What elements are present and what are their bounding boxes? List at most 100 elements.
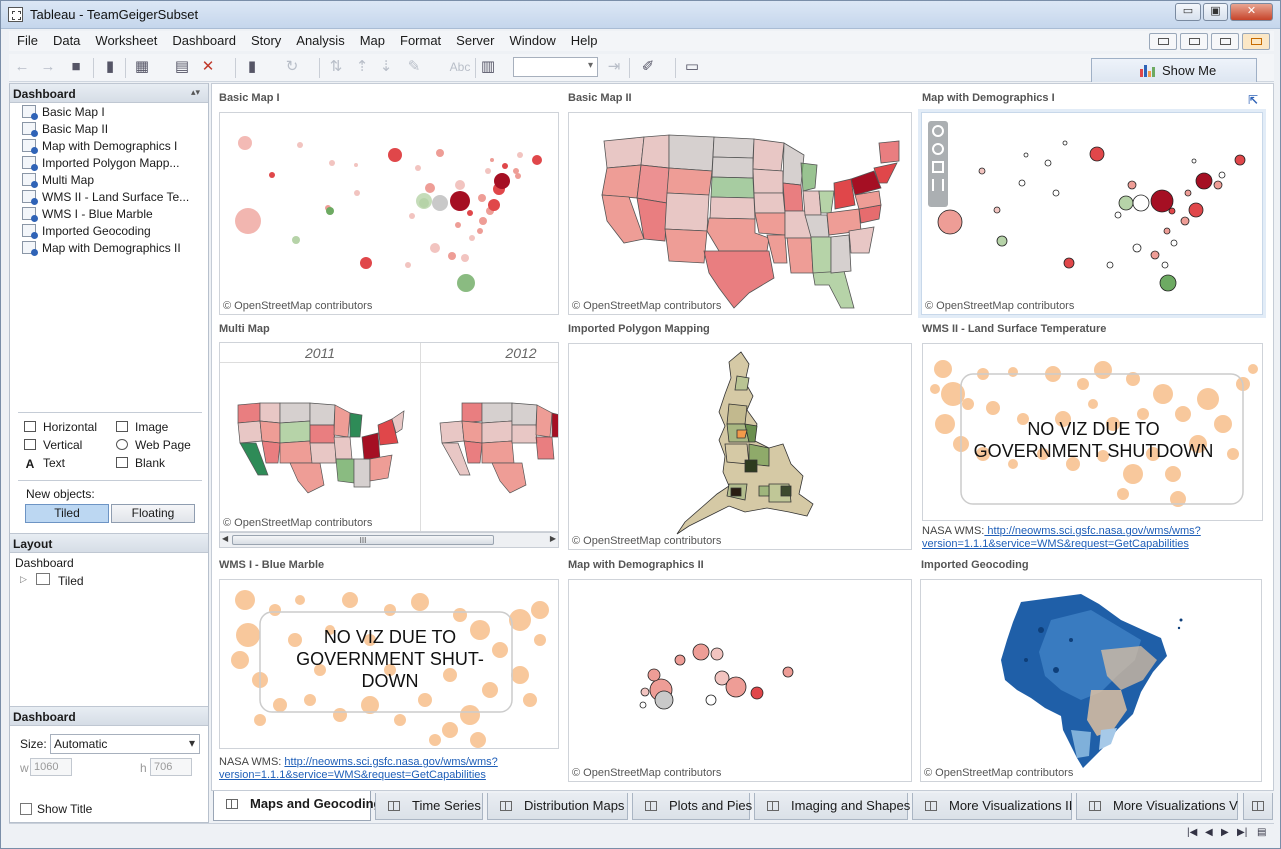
size-select[interactable]: Automatic — [50, 734, 200, 754]
height-label: h — [140, 761, 147, 775]
new-data-source-icon[interactable]: ▮ — [101, 58, 119, 76]
save-icon[interactable]: ■ — [67, 58, 85, 76]
menu-analysis[interactable]: Analysis — [288, 31, 351, 48]
sheet-item[interactable]: Basic Map I — [22, 105, 105, 122]
sheet-item[interactable]: Imported Geocoding — [22, 224, 151, 241]
menu-window[interactable]: Window — [501, 31, 562, 48]
height-input[interactable]: 706 — [150, 758, 192, 776]
undo-icon[interactable]: ← — [13, 58, 31, 76]
layout-tree-root[interactable]: Dashboard — [15, 556, 74, 570]
sheet-list-icon[interactable]: ▤ — [1257, 827, 1266, 838]
pin-map-icon[interactable] — [932, 179, 944, 191]
zoom-out-icon[interactable] — [932, 143, 944, 155]
menu-dashboard[interactable]: Dashboard — [164, 31, 243, 48]
map-zoom-controls[interactable] — [928, 121, 948, 207]
sheet-item[interactable]: Map with Demographics II — [22, 241, 181, 258]
sheet-item[interactable]: WMS I - Blue Marble — [22, 207, 153, 224]
scroll-left-icon[interactable]: ◀ — [222, 534, 228, 543]
duplicate-sheet-icon[interactable]: ▤ — [173, 58, 191, 76]
sheet-item[interactable]: Map with Demographics I — [22, 139, 177, 156]
expand-triangle-icon[interactable]: ▷ — [20, 574, 27, 585]
home-icon[interactable] — [1242, 33, 1270, 50]
basic-map-1-view[interactable]: © OpenStreetMap contributors — [219, 112, 559, 315]
scroll-thumb[interactable]: III — [232, 535, 494, 545]
pause-updates-icon[interactable]: ▮ — [243, 58, 261, 76]
sheet-sorter-icon[interactable] — [1180, 33, 1208, 50]
tab-more-visualizations-2[interactable]: More Visualizations II — [912, 793, 1072, 820]
scroll-right-icon[interactable]: ▶ — [550, 534, 556, 543]
fit-width-icon[interactable]: ▥ — [479, 58, 497, 76]
width-input[interactable]: 1060 — [30, 758, 72, 776]
layout-tree-child[interactable]: Tiled — [58, 574, 84, 588]
clear-sheet-icon[interactable]: ✕ — [199, 58, 217, 76]
zoom-in-icon[interactable] — [932, 125, 944, 137]
horizontal-scrollbar[interactable]: ◀ III ▶ — [219, 532, 559, 548]
swap-icon[interactable]: ⇅ — [327, 58, 345, 76]
nasa-wms-link-cont[interactable]: version=1.1.1&service=WMS&request=GetCap… — [219, 769, 486, 781]
multi-map-view[interactable]: 2011 2012 © OpenStreetMap contributors — [219, 342, 559, 532]
sort-descending-icon[interactable]: ⇣ — [377, 58, 395, 76]
demographics-2-view[interactable]: © OpenStreetMap contributors — [568, 579, 912, 782]
refresh-icon[interactable]: ↻ — [283, 58, 301, 76]
sheet-item[interactable]: Multi Map — [22, 173, 94, 190]
last-sheet-icon[interactable]: ▶| — [1237, 827, 1247, 838]
annotate-icon[interactable]: ✐ — [639, 58, 657, 76]
data-source-icon[interactable] — [1211, 33, 1239, 50]
wms-2-view[interactable]: NO VIZ DUE TO GOVERNMENT SHUTDOWN — [922, 343, 1263, 521]
object-text[interactable]: A Text — [24, 456, 65, 470]
menu-server[interactable]: Server — [448, 31, 501, 48]
presentation-icon[interactable]: ▭ — [683, 58, 701, 76]
object-image[interactable]: Image — [116, 420, 168, 434]
new-worksheet-icon[interactable]: ▦ — [133, 58, 151, 76]
prev-sheet-icon[interactable]: ◀ — [1205, 827, 1213, 838]
object-blank[interactable]: Blank — [116, 456, 165, 470]
fix-axes-icon[interactable]: ⇥ — [605, 58, 623, 76]
highlight-icon[interactable]: ✎ — [405, 58, 423, 76]
tiled-toggle[interactable]: Tiled — [25, 504, 109, 523]
nasa-wms-link[interactable]: http://neowms.sci.gsfc.nasa.gov/wms/wms? — [284, 756, 497, 768]
object-horizontal[interactable]: Horizontal — [24, 420, 97, 434]
next-sheet-icon[interactable]: ▶ — [1221, 827, 1229, 838]
menu-format[interactable]: Format — [392, 31, 448, 48]
menu-file[interactable]: File — [9, 31, 45, 48]
object-vertical[interactable]: Vertical — [24, 438, 82, 452]
sheet-item[interactable]: Imported Polygon Mapp... — [22, 156, 179, 173]
close-button[interactable]: ✕ — [1230, 3, 1273, 21]
demographics-1-view[interactable]: © OpenStreetMap contributors — [921, 112, 1263, 315]
fit-dropdown[interactable] — [513, 57, 598, 77]
menu-story[interactable]: Story — [243, 31, 288, 48]
nasa-wms-link[interactable]: http://neowms.sci.gsfc.nasa.gov/wms/wms? — [984, 525, 1200, 537]
first-sheet-icon[interactable]: |◀ — [1187, 827, 1197, 838]
tab-distribution-maps[interactable]: Distribution Maps — [487, 793, 628, 820]
menu-help[interactable]: Help — [563, 31, 605, 48]
redo-icon[interactable]: → — [39, 58, 57, 76]
menu-data[interactable]: Data — [45, 31, 87, 48]
popout-icon[interactable]: ⇱ — [1248, 93, 1258, 107]
tab-time-series[interactable]: Time Series — [375, 793, 483, 820]
restore-button[interactable]: ▣ — [1203, 3, 1228, 21]
show-title-checkbox[interactable] — [20, 803, 32, 815]
tab-maps-and-geocoding[interactable]: Maps and Geocoding — [213, 791, 381, 821]
floating-toggle[interactable]: Floating — [111, 504, 195, 523]
tab-more-visualizations-5[interactable]: More Visualizations V — [1076, 793, 1238, 820]
sheet-item[interactable]: WMS II - Land Surface Te... — [22, 190, 189, 207]
format-labels-button[interactable]: Abc — [445, 58, 475, 76]
sort-ascending-icon[interactable]: ⇡ — [353, 58, 371, 76]
wms-1-view[interactable]: NO VIZ DUE TO GOVERNMENT SHUT- DOWN — [219, 579, 559, 749]
polygon-mapping-view[interactable]: © OpenStreetMap contributors — [568, 343, 912, 550]
presentation-mode-icon[interactable] — [1149, 33, 1177, 50]
tab-plots-and-pies[interactable]: Plots and Pies — [632, 793, 752, 820]
minimize-button[interactable]: ▭ — [1175, 3, 1201, 21]
new-sheet-tab[interactable] — [1243, 793, 1273, 820]
zoom-area-icon[interactable] — [932, 161, 944, 173]
show-me-button[interactable]: Show Me — [1091, 58, 1257, 82]
nasa-wms-link-cont[interactable]: version=1.1.1&service=WMS&request=GetCap… — [922, 538, 1189, 550]
menu-map[interactable]: Map — [352, 31, 392, 48]
geocoding-view[interactable]: © OpenStreetMap contributors — [920, 579, 1262, 782]
section-menu-icon[interactable]: ▴▾ — [191, 87, 200, 98]
tab-imaging-and-shapes[interactable]: Imaging and Shapes — [754, 793, 910, 820]
basic-map-2-view[interactable]: © OpenStreetMap contributors — [568, 112, 912, 315]
object-web-page[interactable]: Web Page — [116, 438, 191, 452]
menu-worksheet[interactable]: Worksheet — [87, 31, 164, 48]
sheet-item[interactable]: Basic Map II — [22, 122, 108, 139]
